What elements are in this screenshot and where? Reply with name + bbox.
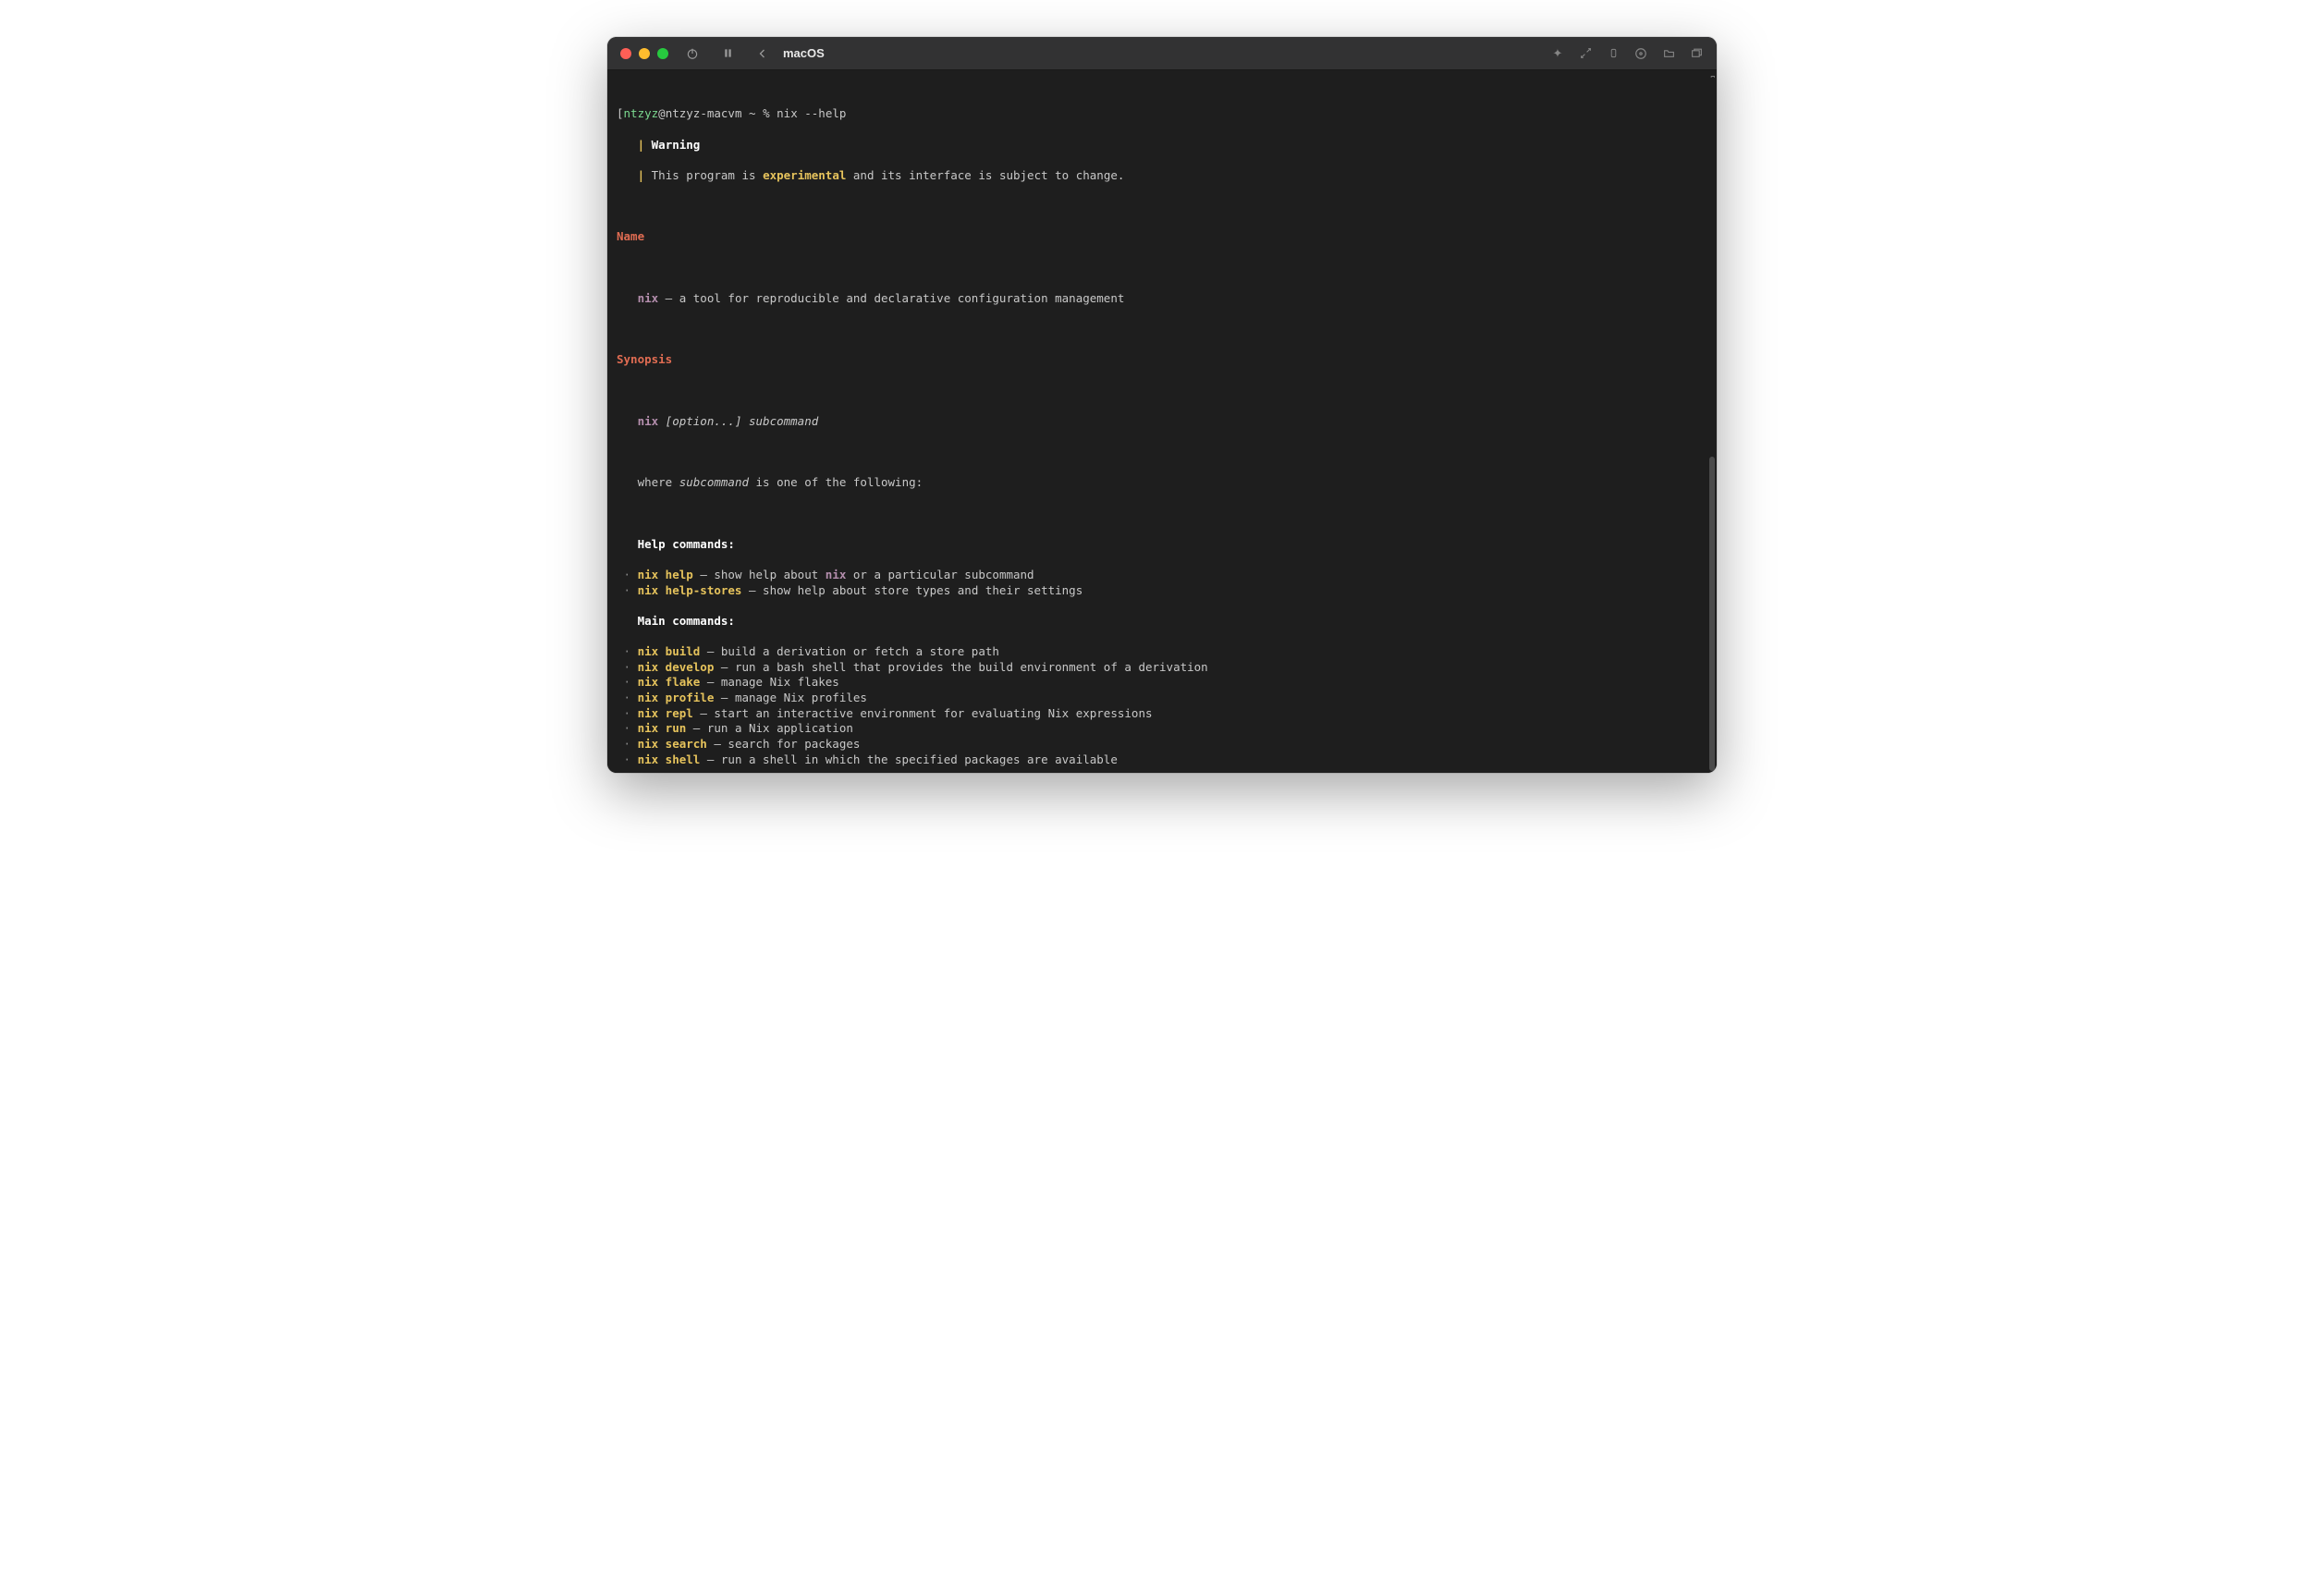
power-icon[interactable] [685,46,700,61]
minimize-icon[interactable] [639,48,650,59]
windows-icon[interactable] [1689,46,1704,61]
disc-icon[interactable] [1633,46,1648,61]
warning-title-line: | Warning [617,138,1707,153]
titlebar-right: ✦ [1550,46,1704,61]
command-name: nix build [638,644,701,658]
folder-icon[interactable] [1661,46,1676,61]
sparkle-icon[interactable]: ✦ [1550,46,1565,61]
prompt-line: [ntzyz@ntzyz-macvm ~ % nix --help [617,106,1707,122]
prompt-user: ntzyz [624,106,659,120]
scroll-indicator-icon: ⎴ [1711,76,1715,90]
name-desc: — a tool for reproducible and declarativ… [658,291,1124,305]
command-line: · nix repl — start an interactive enviro… [617,706,1707,722]
command-line: · nix help-stores — show help about stor… [617,583,1707,599]
group-heading: Help commands: [617,537,1707,553]
command-name: nix run [638,721,687,735]
storage-icon[interactable] [1606,46,1621,61]
command-name: nix help-stores [638,583,742,597]
zoom-icon[interactable] [657,48,668,59]
back-icon[interactable] [755,46,770,61]
command-name: nix help [638,568,693,581]
section-name-heading: Name [617,229,644,243]
warning-body-line: | This program is experimental and its i… [617,168,1707,184]
terminal-output[interactable]: ⎴ [ntzyz@ntzyz-macvm ~ % nix --help | Wa… [607,70,1717,773]
command-name: nix flake [638,675,701,689]
command-line: · nix search — search for packages [617,737,1707,752]
command-line: · nix shell — run a shell in which the s… [617,752,1707,768]
command-name: nix profile [638,691,715,704]
window-title: macOS [783,46,825,60]
command-line: · nix develop — run a bash shell that pr… [617,660,1707,676]
command-line: · nix profile — manage Nix profiles [617,691,1707,706]
name-cmd: nix [638,291,659,305]
command-name: nix develop [638,660,715,674]
group-heading: Main commands: [617,614,1707,630]
command-name: nix search [638,737,707,751]
section-synopsis-heading: Synopsis [617,352,672,366]
command-name: nix repl [638,706,693,720]
command-line: · nix build — build a derivation or fetc… [617,644,1707,660]
command-line: · nix help — show help about nix or a pa… [617,568,1707,583]
command-line: · nix run — run a Nix application [617,721,1707,737]
pause-icon[interactable] [720,46,735,61]
scrollbar[interactable] [1709,457,1715,771]
titlebar: macOS ✦ [607,37,1717,70]
command-line: · nix flake — manage Nix flakes [617,675,1707,691]
prompt-command: nix --help [777,106,846,120]
command-name: nix shell [638,752,701,766]
prompt-host: ntzyz-macvm [666,106,742,120]
traffic-lights [620,48,668,59]
app-window: macOS ✦ ⎴ [ntzyz@ntzyz-macvm ~ % nix --h… [607,37,1717,773]
resize-icon[interactable] [1578,46,1593,61]
close-icon[interactable] [620,48,631,59]
